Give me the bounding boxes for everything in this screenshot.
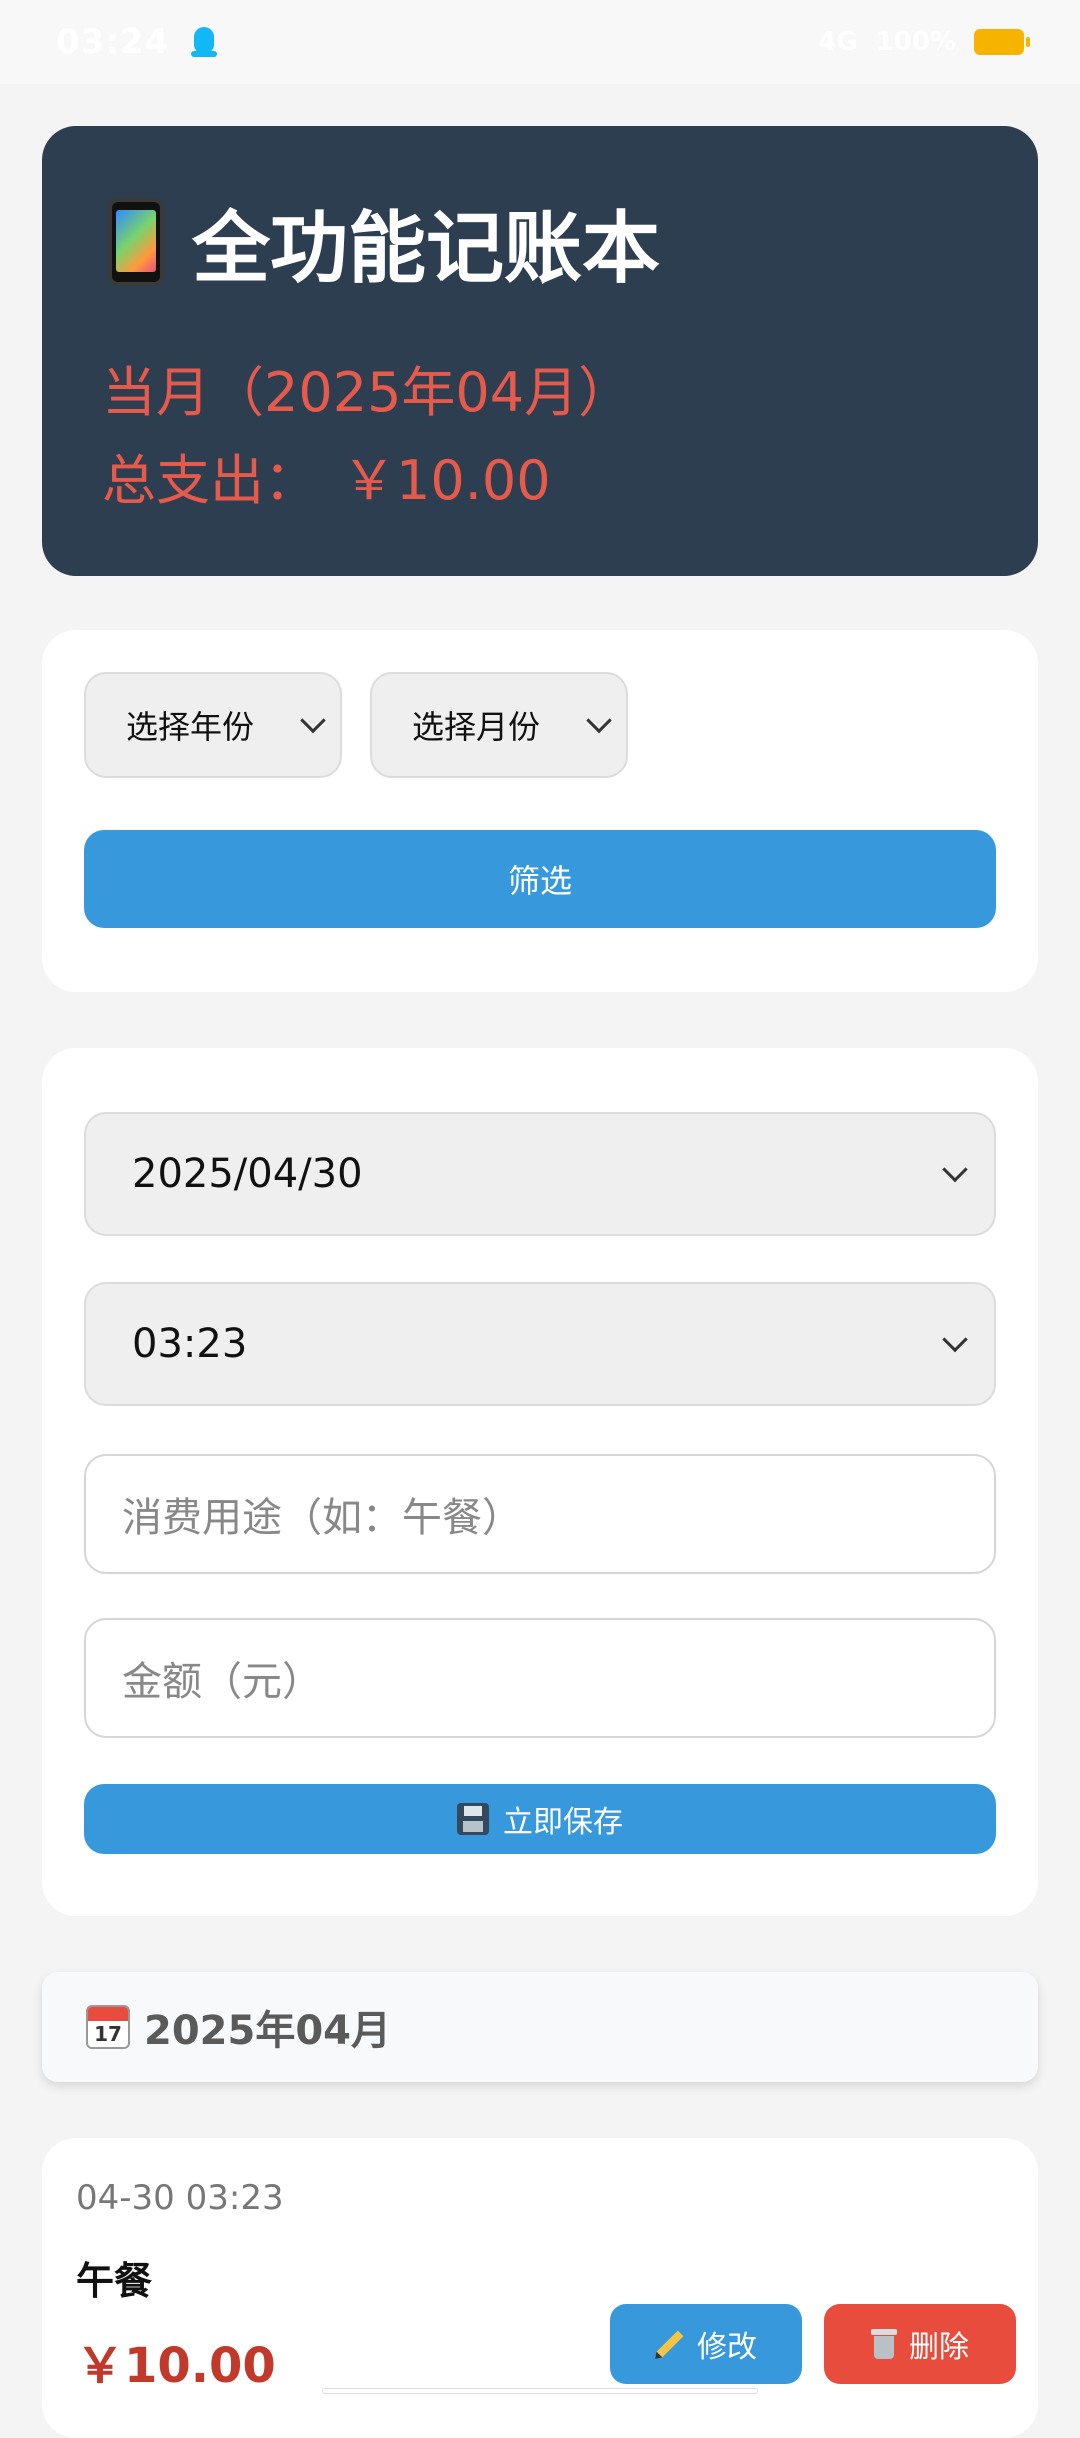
total-expense: 总支出： ￥10.00 [102,436,551,515]
time-picker[interactable]: 03:23 [84,1282,996,1406]
battery-icon [974,29,1030,55]
floppy-disk-icon [457,1803,489,1835]
record-purpose: 午餐 [76,2259,153,2303]
trash-icon [871,2329,897,2359]
chevron-down-icon [942,1326,968,1353]
summary-header: 全功能记账本 当月（2025年04月） 总支出： ￥10.00 [42,126,1038,576]
chevron-down-icon [586,707,612,734]
chevron-down-icon [942,1156,968,1183]
year-select[interactable]: 选择年份 [84,672,342,778]
edit-button-label: 修改 [697,2330,757,2365]
mobile-phone-icon [108,198,164,286]
date-value: 2025/04/30 [132,1151,363,1197]
status-time: 03:24 [56,22,170,62]
app-title: 全功能记账本 [108,186,660,298]
status-bar: 03:24 4G 100% [0,0,1080,84]
month-select[interactable]: 选择月份 [370,672,628,778]
date-picker[interactable]: 2025/04/30 [84,1112,996,1236]
month-group-label: 2025年04月 [144,2008,391,2054]
record-amount: ￥10.00 [76,2338,276,2394]
chevron-down-icon [300,707,326,734]
year-select-label: 选择年份 [126,708,255,746]
record-datetime: 04-30 03:23 [76,2178,284,2218]
delete-button-label: 删除 [909,2330,969,2365]
signal-icon: 4G [818,27,858,57]
edit-button[interactable]: 修改 [610,2304,802,2384]
month-select-label: 选择月份 [412,708,541,746]
battery-percent: 100% [875,27,956,57]
pencil-icon [656,2330,684,2358]
qq-notification-icon [191,27,218,57]
status-left: 03:24 [56,22,218,62]
calendar-icon: 17 [86,2005,130,2049]
total-expense-value: ￥10.00 [342,449,551,512]
filter-card: 选择年份 选择月份 筛选 [42,630,1038,992]
month-group-header: 17 2025年04月 [42,1972,1038,2082]
current-month-label: 当月（2025年04月） [102,361,633,424]
total-expense-label: 总支出： [102,449,318,512]
save-button-label: 立即保存 [503,1805,623,1840]
filter-button[interactable]: 筛选 [84,830,996,928]
entry-form-card: 2025/04/30 03:23 消费用途（如：午餐） 金额（元） 立即保存 [42,1048,1038,1916]
app-title-text: 全功能记账本 [192,204,661,294]
save-button[interactable]: 立即保存 [84,1784,996,1854]
amount-input[interactable]: 金额（元） [84,1618,996,1738]
purpose-input[interactable]: 消费用途（如：午餐） [84,1454,996,1574]
gesture-nav-bar[interactable] [322,2388,758,2394]
time-value: 03:23 [132,1321,248,1367]
amount-placeholder: 金额（元） [122,1659,322,1705]
purpose-placeholder: 消费用途（如：午餐） [122,1495,522,1541]
delete-button[interactable]: 删除 [824,2304,1016,2384]
status-right: 4G 100% [818,27,1030,57]
